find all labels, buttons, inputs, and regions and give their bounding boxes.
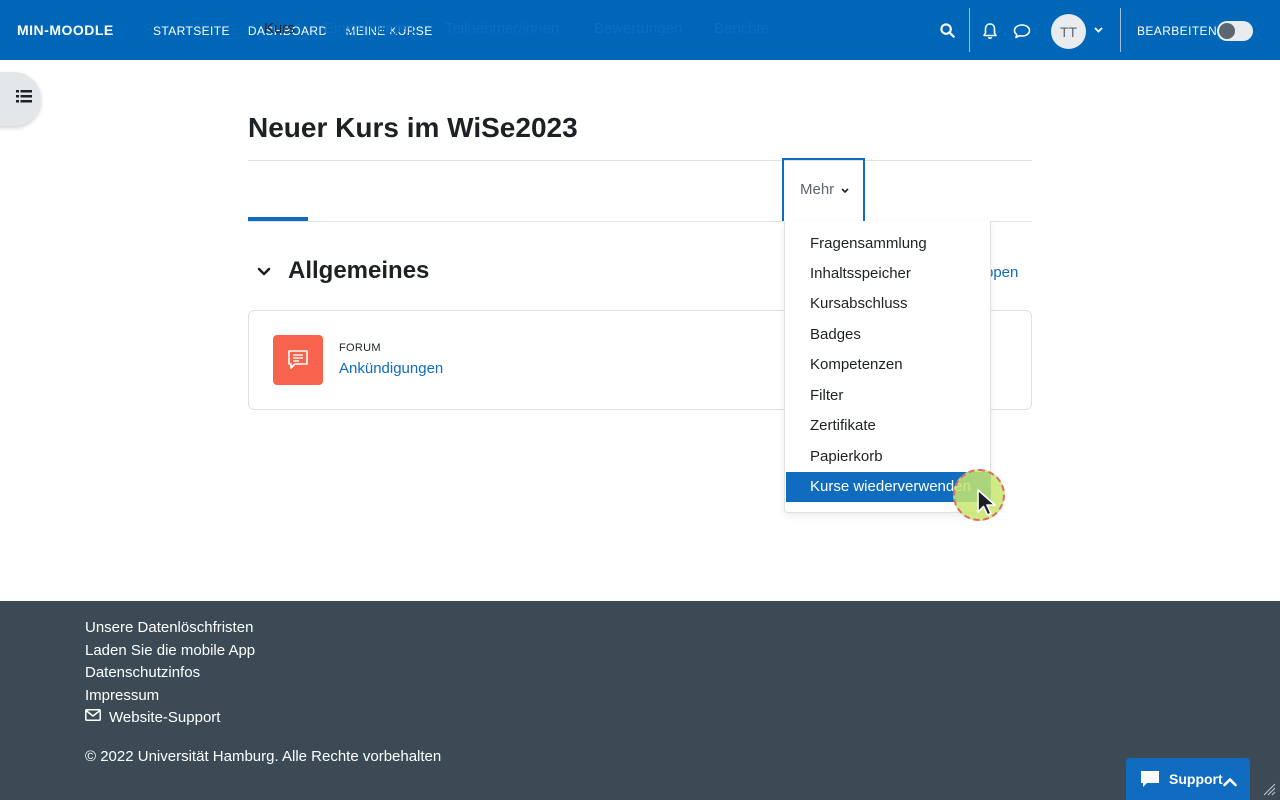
mouse-pointer-icon — [976, 488, 998, 523]
chevron-up-icon — [1223, 774, 1237, 790]
course-index-toggle[interactable] — [0, 72, 41, 126]
site-brand[interactable]: MIN-MOODLE — [17, 22, 114, 38]
navbar-divider — [1120, 8, 1121, 52]
tab-berichte[interactable]: Berichte — [714, 0, 769, 60]
chat-icon[interactable] — [1013, 23, 1031, 39]
edit-mode-toggle[interactable] — [1217, 21, 1253, 41]
chevron-down-icon[interactable] — [1094, 27, 1103, 33]
tab-bewertungen[interactable]: Bewertungen — [594, 0, 682, 60]
tab-mehr[interactable]: Mehr — [782, 158, 865, 221]
forum-icon[interactable] — [273, 335, 323, 385]
menu-item-kompetenzen[interactable]: Kompetenzen — [786, 350, 991, 380]
envelope-icon — [85, 708, 101, 725]
support-button[interactable]: Support — [1126, 758, 1250, 800]
tab-einstellungen[interactable]: Einstellungen — [324, 0, 414, 60]
footer-link-impressum[interactable]: Impressum — [85, 687, 159, 704]
footer-link-datenschutz[interactable]: Datenschutzinfos — [85, 664, 200, 681]
support-label: Support — [1169, 771, 1223, 787]
activity-link-ankuendigungen[interactable]: Ankündigungen — [339, 360, 443, 377]
menu-item-papierkorb[interactable]: Papierkorb — [786, 442, 991, 472]
footer-link-datenloeschfristen[interactable]: Unsere Datenlöschfristen — [85, 619, 253, 636]
section-collapse-chevron-icon[interactable] — [256, 264, 272, 285]
chevron-down-icon — [841, 159, 849, 219]
menu-item-zertifikate[interactable]: Zertifikate — [786, 411, 991, 441]
navbar-divider — [969, 8, 970, 52]
website-support-label: Website-Support — [109, 709, 221, 726]
section-title: Allgemeines — [288, 257, 430, 284]
menu-item-filter[interactable]: Filter — [786, 381, 991, 411]
list-icon — [15, 90, 32, 108]
menu-item-kursabschluss[interactable]: Kursabschluss — [786, 289, 991, 319]
page-title: Neuer Kurs im WiSe2023 — [248, 112, 578, 143]
tab-mehr-label: Mehr — [800, 181, 835, 198]
tab-teilnehmer[interactable]: Teilnehmer/innen — [445, 0, 559, 60]
toggle-knob — [1219, 23, 1235, 39]
nav-link-startseite[interactable]: STARTSEITE — [153, 24, 230, 38]
search-icon[interactable] — [940, 23, 955, 38]
bell-icon[interactable] — [982, 22, 998, 40]
edit-mode-label: BEARBEITEN — [1137, 24, 1218, 38]
footer-link-website-support[interactable]: Website-Support — [85, 709, 220, 726]
footer-copyright: © 2022 Universität Hamburg. Alle Rechte … — [85, 748, 442, 765]
menu-item-inhaltsspeicher[interactable]: Inhaltsspeicher — [786, 259, 991, 289]
user-avatar[interactable]: TT — [1051, 14, 1086, 49]
resize-grip-icon — [1262, 782, 1276, 800]
activity-type-label: FORUM — [339, 342, 381, 354]
more-dropdown-menu: Fragensammlung Inhaltsspeicher Kursabsch… — [784, 221, 991, 513]
menu-item-badges[interactable]: Badges — [786, 320, 991, 350]
footer-link-mobile-app[interactable]: Laden Sie die mobile App — [85, 642, 255, 659]
menu-item-fragensammlung[interactable]: Fragensammlung — [786, 229, 991, 259]
divider — [248, 160, 1032, 161]
chat-bubble-icon — [1140, 770, 1160, 791]
tab-kurs[interactable]: Kurs — [264, 0, 295, 60]
